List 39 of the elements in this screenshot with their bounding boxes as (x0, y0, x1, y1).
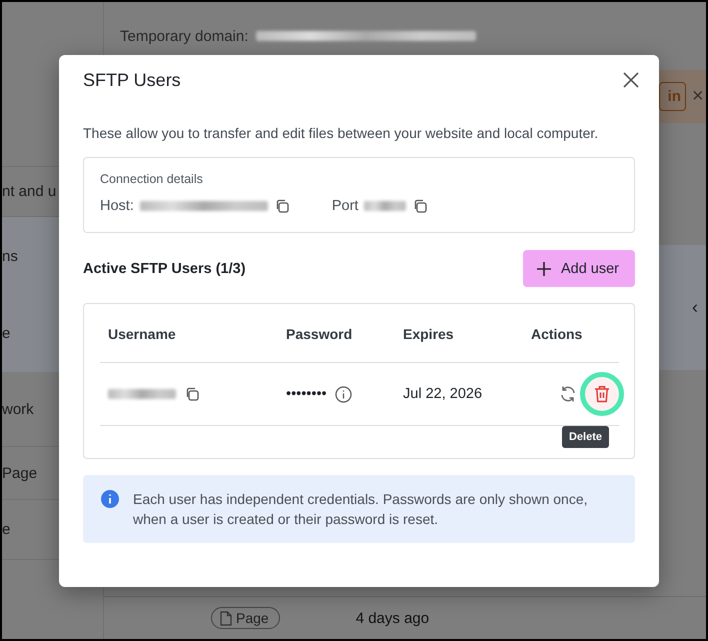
copy-icon[interactable] (412, 198, 428, 214)
host-label: Host: (100, 198, 134, 214)
plus-icon (536, 262, 551, 276)
banner-close[interactable]: × (692, 85, 706, 108)
sidebar-item[interactable]: ns (2, 248, 18, 264)
expiry-date: Jul 22, 2026 (403, 386, 482, 402)
blurred-value (108, 389, 176, 399)
sidebar-item[interactable]: e (2, 325, 10, 342)
users-heading: Active SFTP Users (1/3) (83, 260, 246, 276)
column-header: Password (278, 326, 395, 363)
blurred-value (364, 201, 406, 211)
column-header: Expires (395, 326, 523, 363)
dialog-title: SFTP Users (83, 70, 181, 90)
column-header: Username (100, 326, 278, 363)
info-text: Each user has independent credentials. Passwords are only shown once, when a user is created or their password is reset. (133, 490, 588, 529)
document-icon (220, 610, 232, 626)
delete-button[interactable] (585, 377, 619, 411)
password-mask: •••••••• (286, 386, 327, 402)
modified-time: 4 days ago (356, 610, 430, 626)
add-user-button[interactable]: Add user (522, 250, 635, 287)
sidebar-item[interactable]: work (2, 400, 34, 418)
info-icon (101, 490, 119, 508)
sidebar-item[interactable]: Page (2, 464, 38, 482)
port-label: Port (332, 198, 358, 214)
column-header: Actions (523, 326, 619, 363)
close-icon (623, 72, 639, 88)
copy-icon[interactable] (184, 386, 200, 402)
trash-icon (594, 385, 610, 403)
domain-label: Temporary domain: (120, 28, 248, 44)
dialog-description: These allow you to transfer and edit files between your website and local computer. (83, 125, 600, 141)
sidebar-item[interactable]: e (2, 521, 10, 538)
refresh-icon[interactable] (559, 385, 577, 403)
info-icon[interactable] (334, 386, 352, 402)
connection-title: Connection details (100, 172, 204, 186)
close-button[interactable] (623, 72, 639, 88)
tooltip: Delete (562, 426, 609, 448)
sidebar-item[interactable]: nt and u (2, 183, 56, 200)
type-chip: Page (211, 607, 280, 629)
collapse-toggle[interactable]: ‹ (692, 297, 698, 318)
